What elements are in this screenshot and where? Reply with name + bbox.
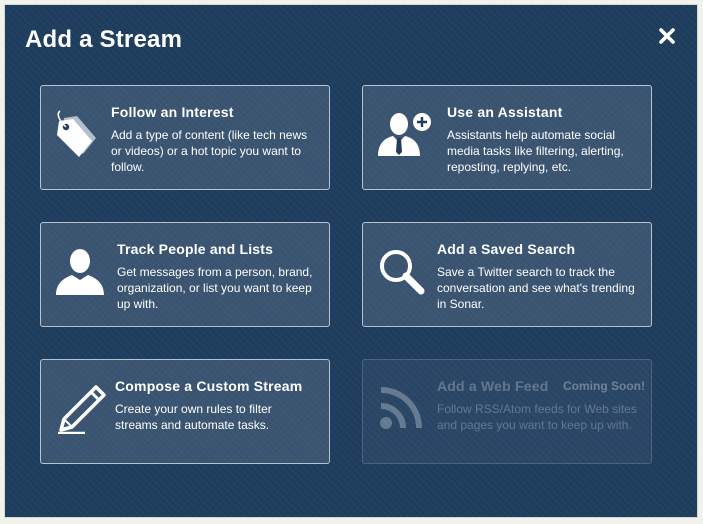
assistant-add-icon bbox=[378, 113, 431, 156]
option-description: Save a Twitter search to track the conve… bbox=[437, 265, 635, 311]
add-stream-dialog: Add a Stream Follow an Interest Add a ty… bbox=[5, 5, 697, 517]
option-description: Get messages from a person, brand, organ… bbox=[117, 265, 313, 311]
close-icon[interactable] bbox=[656, 25, 678, 47]
option-description: Create your own rules to filter streams … bbox=[115, 402, 272, 432]
track-people-option[interactable]: Track People and Lists Get messages from… bbox=[40, 222, 330, 327]
option-title: Use an Assistant bbox=[447, 104, 563, 120]
coming-soon-badge: Coming Soon! bbox=[563, 379, 645, 393]
use-assistant-option[interactable]: Use an Assistant Assistants help automat… bbox=[362, 85, 652, 190]
dialog-title: Add a Stream bbox=[25, 26, 183, 53]
option-description: Assistants help automate social media ta… bbox=[447, 128, 624, 174]
option-title: Add a Saved Search bbox=[437, 241, 576, 257]
option-title: Follow an Interest bbox=[111, 104, 234, 120]
saved-search-option[interactable]: Add a Saved Search Save a Twitter search… bbox=[362, 222, 652, 327]
person-icon bbox=[56, 249, 104, 295]
option-title: Compose a Custom Stream bbox=[115, 378, 303, 394]
search-icon bbox=[380, 250, 425, 295]
rss-icon bbox=[380, 387, 422, 429]
tags-icon bbox=[57, 110, 96, 157]
pencil-icon bbox=[58, 385, 106, 434]
custom-stream-option[interactable]: Compose a Custom Stream Create your own … bbox=[40, 359, 330, 464]
follow-interest-option[interactable]: Follow an Interest Add a type of content… bbox=[40, 85, 330, 190]
option-description: Add a type of content (like tech news or… bbox=[111, 128, 308, 174]
option-title: Track People and Lists bbox=[117, 241, 274, 257]
web-feed-option: Add a Web Feed Coming Soon! Follow RSS/A… bbox=[362, 359, 652, 464]
option-description: Follow RSS/Atom feeds for Web sites and … bbox=[437, 402, 637, 432]
option-title: Add a Web Feed bbox=[437, 378, 549, 394]
